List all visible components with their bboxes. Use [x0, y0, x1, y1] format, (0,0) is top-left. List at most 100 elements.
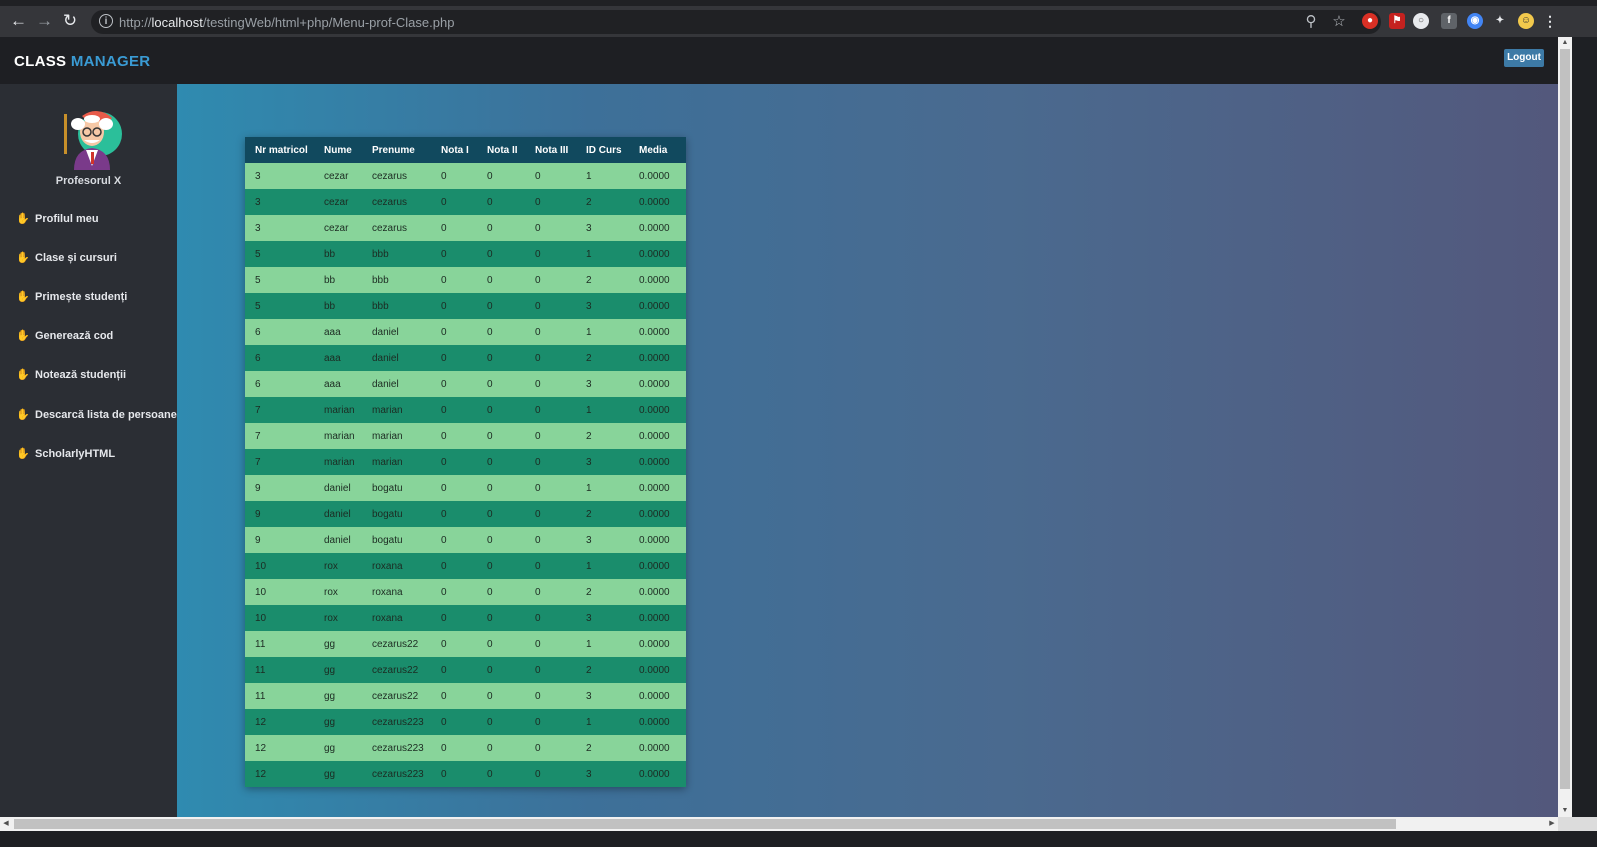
table-cell: 0 — [441, 163, 487, 189]
table-cell: 0 — [487, 163, 535, 189]
table-row: 10 rox roxana 0 0 0 1 0.0000 — [245, 553, 686, 579]
table-cell: 0 — [535, 215, 586, 241]
scroll-down-icon[interactable]: ▼ — [1558, 805, 1572, 817]
table-cell: 2 — [586, 267, 639, 293]
back-icon[interactable]: ← — [10, 12, 27, 29]
table-cell: 6 — [245, 319, 324, 345]
tab-strip — [0, 0, 1597, 6]
scroll-left-icon[interactable]: ◀ — [0, 817, 12, 831]
scroll-right-icon[interactable]: ▶ — [1546, 817, 1558, 831]
table-cell: 0 — [535, 605, 586, 631]
table-cell: 3 — [586, 527, 639, 553]
logout-button[interactable]: Logout — [1504, 49, 1544, 67]
table-row: 12 gg cezarus223 0 0 0 1 0.0000 — [245, 709, 686, 735]
table-cell: 0 — [487, 267, 535, 293]
sidebar-item-label: Generează cod — [35, 330, 114, 342]
table-cell: 0 — [487, 475, 535, 501]
table-cell: roxana — [372, 579, 441, 605]
table-cell: 0 — [487, 553, 535, 579]
table-cell: 10 — [245, 579, 324, 605]
table-cell: 0 — [535, 319, 586, 345]
table-cell: 0 — [535, 423, 586, 449]
table-cell: 12 — [245, 735, 324, 761]
table-cell: 6 — [245, 371, 324, 397]
table-cell: 3 — [586, 215, 639, 241]
table-cell: 0 — [535, 657, 586, 683]
horizontal-scrollbar[interactable]: ◀ ▶ — [0, 817, 1558, 831]
table-row: 11 gg cezarus22 0 0 0 3 0.0000 — [245, 683, 686, 709]
table-cell: 0 — [441, 527, 487, 553]
table-cell: 0.0000 — [639, 163, 686, 189]
sidebar-item-generate-code[interactable]: ✋ Generează cod — [16, 327, 176, 345]
url-text[interactable]: http://localhost/testingWeb/html+php/Men… — [119, 15, 454, 30]
sidebar-item-scholarlyhtml[interactable]: ✋ ScholarlyHTML — [16, 445, 176, 463]
table-row: 7 marian marian 0 0 0 3 0.0000 — [245, 449, 686, 475]
table-cell: 11 — [245, 631, 324, 657]
reload-icon[interactable]: ↻ — [62, 12, 78, 29]
table-cell: bogatu — [372, 475, 441, 501]
table-cell: 0.0000 — [639, 709, 686, 735]
info-icon[interactable]: i — [99, 14, 113, 28]
extension-red-icon[interactable]: ● — [1362, 13, 1378, 29]
vertical-scroll-thumb[interactable] — [1560, 49, 1570, 789]
zoom-icon[interactable]: ⚲ — [1303, 14, 1319, 30]
table-cell: 0.0000 — [639, 657, 686, 683]
star-icon[interactable]: ☆ — [1331, 14, 1347, 30]
table-cell: 3 — [586, 293, 639, 319]
hand-icon: ✋ — [16, 409, 30, 421]
table-cell: 0 — [441, 553, 487, 579]
sidebar-item-grade-students[interactable]: ✋ Notează studenții — [16, 366, 176, 384]
table-cell: 0 — [441, 241, 487, 267]
table-cell: 1 — [586, 631, 639, 657]
table-cell: 0 — [535, 267, 586, 293]
table-cell: 0 — [535, 553, 586, 579]
table-cell: 7 — [245, 423, 324, 449]
table-cell: 0 — [441, 371, 487, 397]
table-cell: bogatu — [372, 501, 441, 527]
table-cell: gg — [324, 735, 372, 761]
table-cell: 0 — [487, 709, 535, 735]
table-cell: gg — [324, 683, 372, 709]
table-cell: 1 — [586, 319, 639, 345]
table-cell: 11 — [245, 657, 324, 683]
table-cell: 0 — [441, 501, 487, 527]
table-cell: 0.0000 — [639, 345, 686, 371]
extension-flag-icon[interactable]: ⚑ — [1389, 13, 1405, 29]
extension-circle-icon[interactable]: ○ — [1413, 13, 1429, 29]
table-cell: 0 — [487, 449, 535, 475]
table-cell: 0.0000 — [639, 735, 686, 761]
table-cell: 12 — [245, 709, 324, 735]
table-cell: cezarus223 — [372, 709, 441, 735]
sidebar-item-classes[interactable]: ✋ Clase și cursuri — [16, 249, 176, 267]
table-cell: aaa — [324, 319, 372, 345]
horizontal-scroll-thumb[interactable] — [14, 819, 1396, 829]
forward-icon[interactable]: → — [36, 12, 53, 29]
extension-f-icon[interactable]: f — [1441, 13, 1457, 29]
hand-icon: ✋ — [16, 291, 30, 303]
table-cell: 0.0000 — [639, 423, 686, 449]
sidebar-item-receive-students[interactable]: ✋ Primește studenți — [16, 288, 176, 306]
scroll-up-icon[interactable]: ▲ — [1558, 37, 1572, 49]
table-row: 11 gg cezarus22 0 0 0 1 0.0000 — [245, 631, 686, 657]
extensions-icon[interactable]: ✦ — [1492, 13, 1508, 29]
hand-icon: ✋ — [16, 213, 30, 225]
table-cell: 0.0000 — [639, 475, 686, 501]
menu-icon[interactable]: ⋮ — [1542, 13, 1558, 29]
vertical-scrollbar[interactable]: ▲ ▼ — [1558, 37, 1572, 817]
sidebar-item-label: Notează studenții — [35, 369, 127, 381]
table-cell: 0 — [441, 631, 487, 657]
table-cell: 0.0000 — [639, 267, 686, 293]
sidebar-item-download-list[interactable]: ✋ Descarcă lista de persoane — [16, 406, 177, 424]
profile-avatar-icon[interactable]: ☺ — [1518, 13, 1534, 29]
table-cell: bb — [324, 293, 372, 319]
extension-globe-icon[interactable]: ◉ — [1467, 13, 1483, 29]
table-cell: cezarus223 — [372, 735, 441, 761]
brand-logo[interactable]: CLASS MANAGER — [14, 53, 150, 70]
address-bar[interactable]: i http://localhost/testingWeb/html+php/M… — [91, 10, 1381, 34]
sidebar-item-profile[interactable]: ✋ Profilul meu — [16, 210, 176, 228]
table-cell: 0.0000 — [639, 241, 686, 267]
table-cell: 1 — [586, 241, 639, 267]
table-cell: 5 — [245, 293, 324, 319]
table-cell: 0 — [441, 397, 487, 423]
professor-avatar — [64, 111, 122, 170]
